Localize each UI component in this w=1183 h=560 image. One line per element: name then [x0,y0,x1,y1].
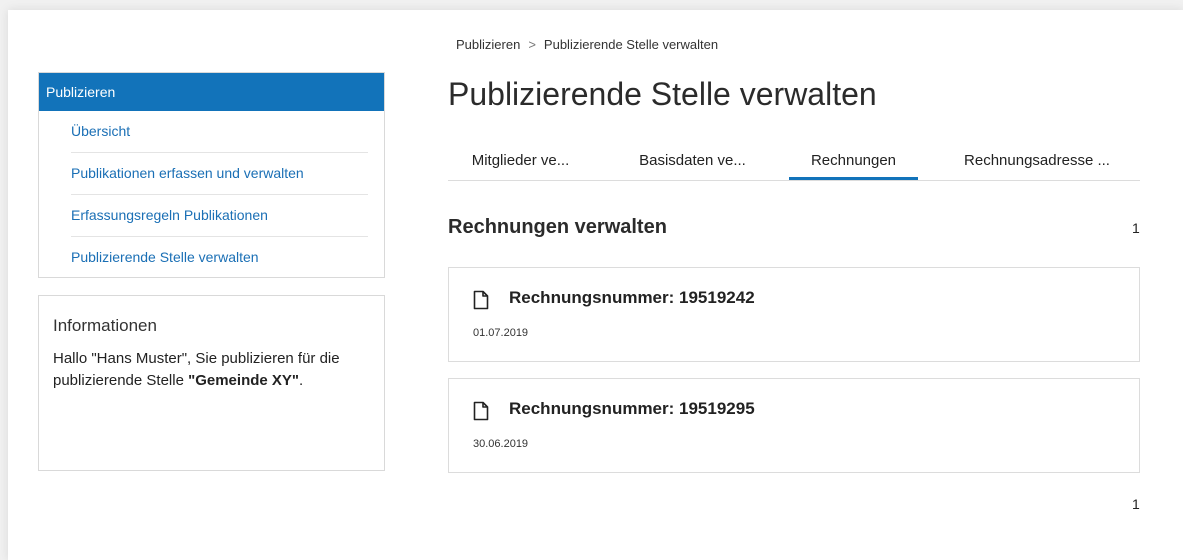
breadcrumb-item-current[interactable]: Publizierende Stelle verwalten [544,37,718,52]
breadcrumb: Publizieren > Publizierende Stelle verwalt… [456,37,718,52]
tab-bar: Mitglieder ve... Basisdaten ve... Rechnu… [448,144,1140,181]
pagination-bottom[interactable]: 1 [1132,496,1140,512]
sidebar-item-publizierende-stelle[interactable]: Publizierende Stelle verwalten [71,237,368,277]
invoice-date: 01.07.2019 [473,327,529,339]
breadcrumb-item-publizieren[interactable]: Publizieren [456,37,520,52]
sidebar-item-uebersicht[interactable]: Übersicht [71,111,368,153]
tab-mitglieder[interactable]: Mitglieder ve... [463,144,578,180]
info-panel: Informationen Hallo "Hans Muster", Sie p… [38,295,385,471]
invoice-number[interactable]: Rechnungsnummer: 19519295 [509,399,755,419]
sidebar-nav: Publizieren Übersicht Publikationen erfa… [38,72,385,278]
sidebar-nav-list: Übersicht Publikationen erfassen und ver… [39,111,384,277]
page-title: Publizierende Stelle verwalten [448,76,877,112]
document-icon [473,401,489,421]
sidebar: Publizieren Übersicht Publikationen erfa… [38,72,385,471]
tab-basisdaten[interactable]: Basisdaten ve... [630,144,755,180]
sidebar-item-erfassungsregeln[interactable]: Erfassungsregeln Publikationen [71,195,368,237]
info-panel-text: Hallo "Hans Muster", Sie publizieren für… [53,348,370,392]
section-title: Rechnungen verwalten [448,216,667,238]
pagination-top[interactable]: 1 [1132,220,1140,236]
info-text-suffix: . [299,372,304,389]
info-panel-title: Informationen [53,316,157,335]
sidebar-nav-header[interactable]: Publizieren [39,73,384,111]
invoice-card[interactable]: Rechnungsnummer: 19519295 30.06.2019 [448,378,1140,473]
sidebar-item-publikationen[interactable]: Publikationen erfassen und verwalten [71,153,368,195]
tab-rechnungsadresse[interactable]: Rechnungsadresse ... [953,144,1121,180]
tab-rechnungen[interactable]: Rechnungen [789,144,918,180]
info-org-name: "Gemeinde XY" [188,372,300,389]
invoice-card[interactable]: Rechnungsnummer: 19519242 01.07.2019 [448,267,1140,362]
invoice-date: 30.06.2019 [473,438,529,450]
breadcrumb-separator-icon: > [528,37,536,52]
document-icon [473,290,489,310]
invoice-number[interactable]: Rechnungsnummer: 19519242 [509,288,755,308]
